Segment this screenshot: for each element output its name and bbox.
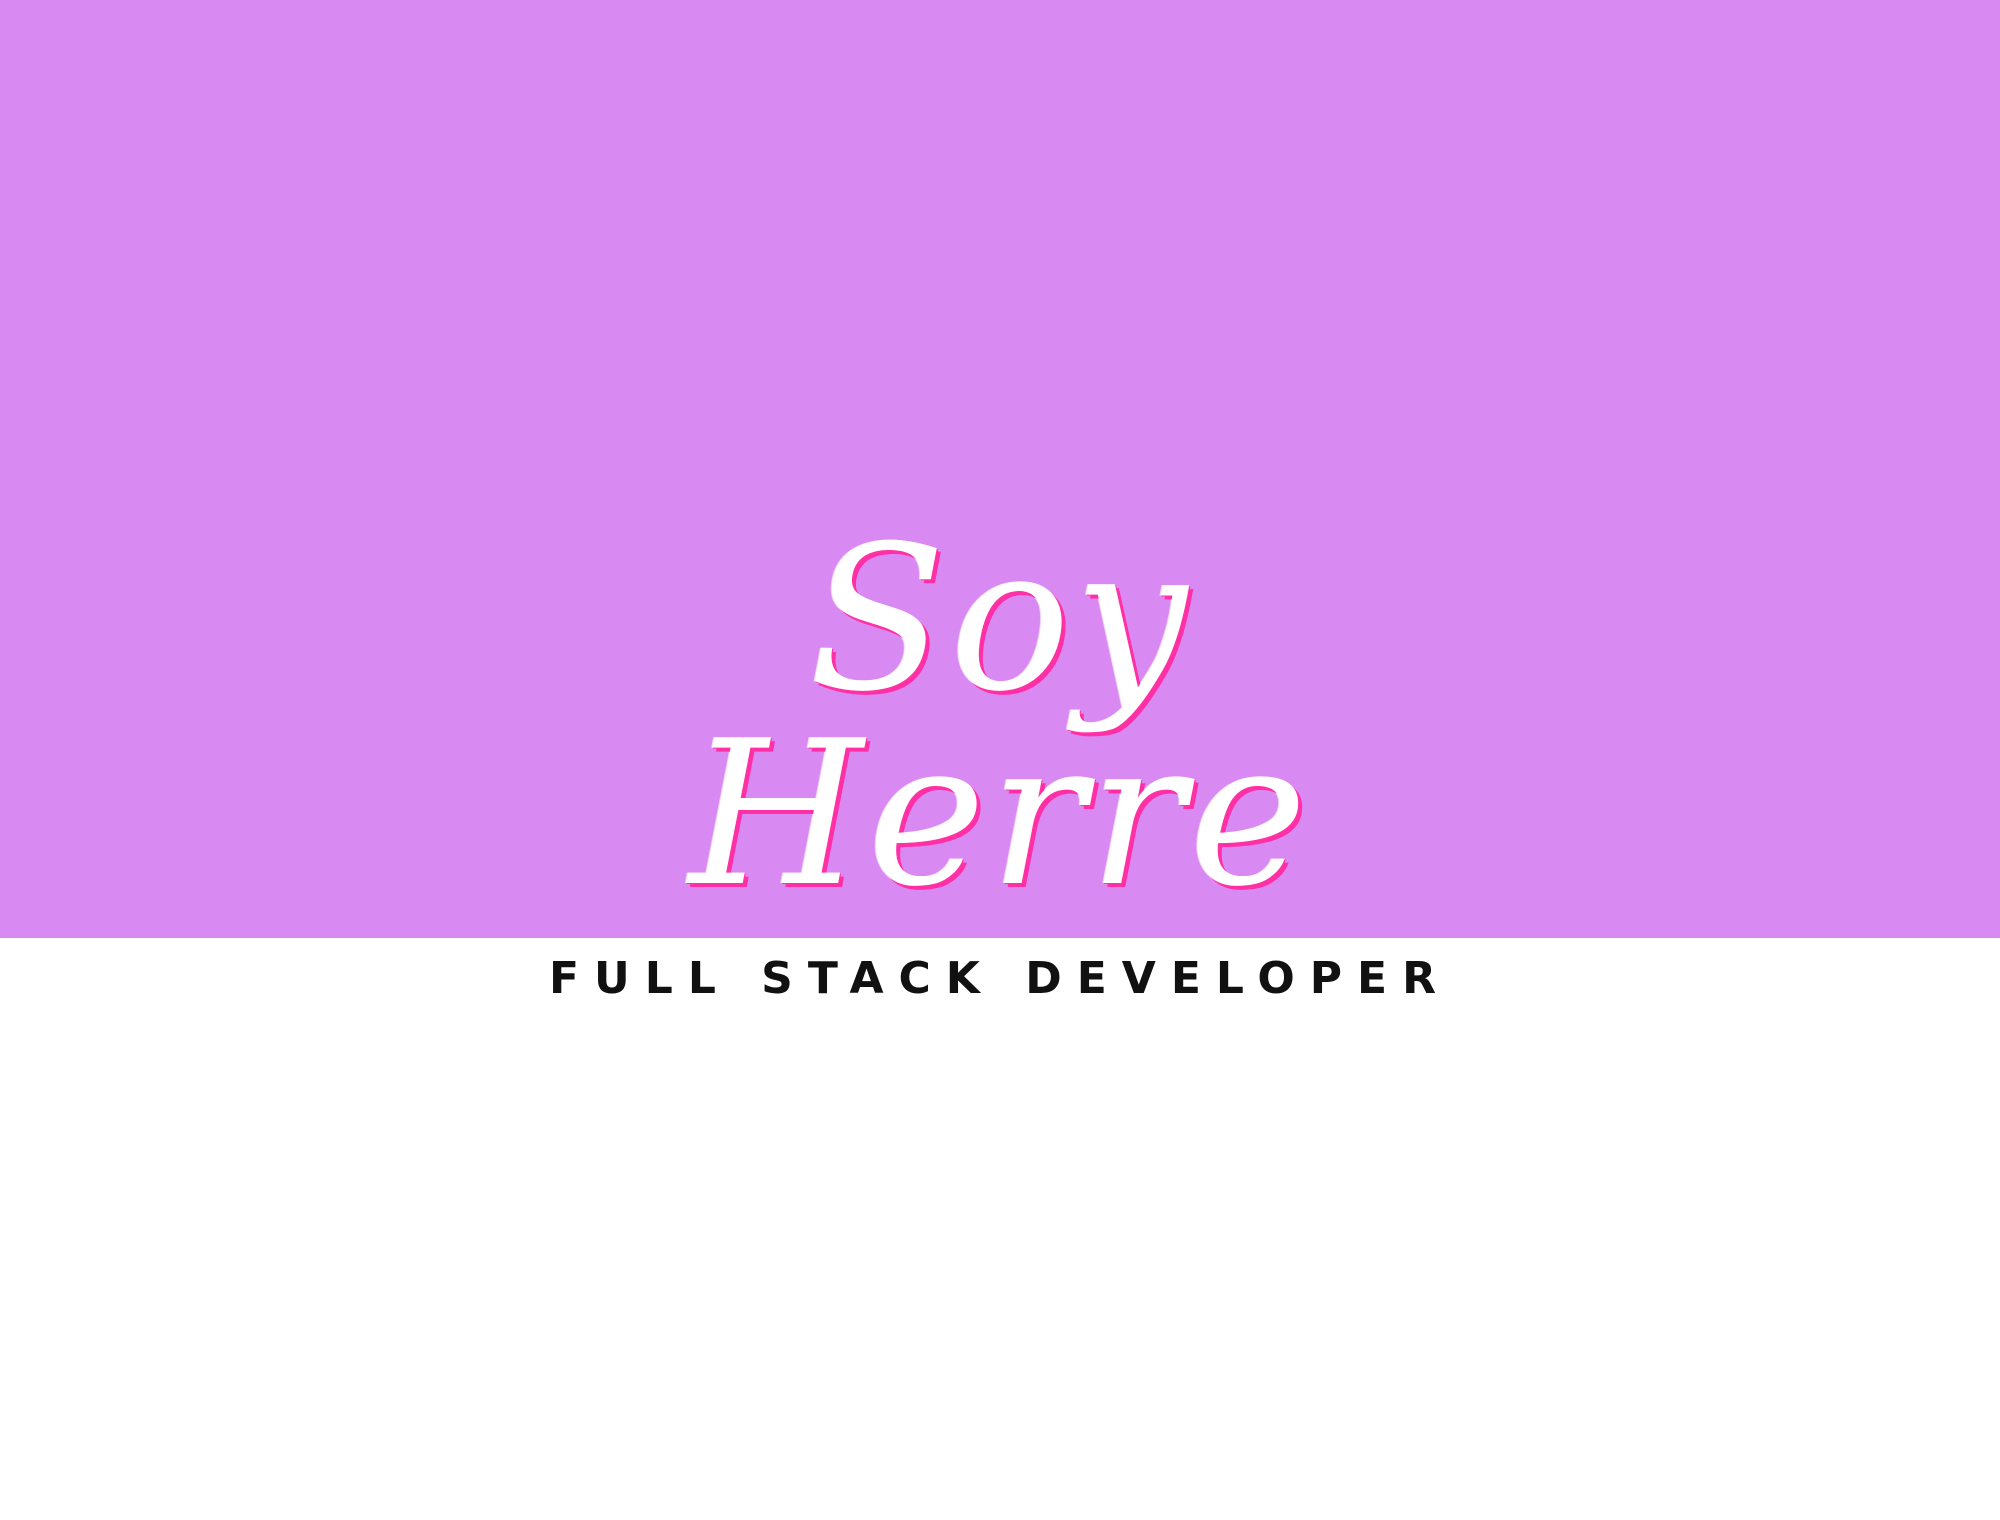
name-line-2: Herre (688, 698, 1312, 931)
name-line-1: Soy (808, 503, 1192, 736)
tagline: FULL STACK DEVELOPER (549, 953, 1451, 1004)
hero-banner: Soy Herre (0, 0, 2000, 938)
page: Soy Herre FULL STACK DEVELOPER (0, 0, 2000, 1520)
